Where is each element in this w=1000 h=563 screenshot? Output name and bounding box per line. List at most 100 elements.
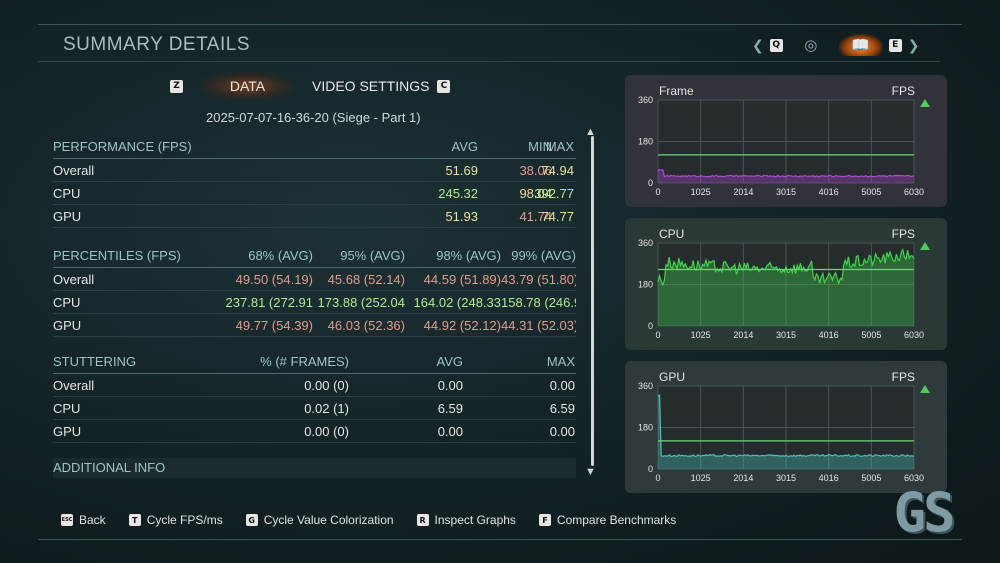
stuttering-title: STUTTERING <box>53 353 137 369</box>
row-label: GPU <box>53 208 82 224</box>
row-label: CPU <box>53 294 81 310</box>
x-tick-label: 3015 <box>776 330 796 340</box>
y-tick-label: 0 <box>648 321 653 331</box>
p99-value: 43.79 (51.80) <box>501 271 576 287</box>
percentiles-table: PERCENTILES (FPS) 68% (AVG) 95% (AVG) 98… <box>53 243 576 337</box>
pct-value: 0.00 (0) <box>304 377 349 393</box>
x-tick-label: 0 <box>655 330 660 340</box>
performance-table: PERFORMANCE (FPS) AVG MIN MAX Overall 51… <box>53 134 576 228</box>
hint-label: Cycle Value Colorization <box>263 513 394 527</box>
x-tick-label: 1025 <box>691 330 711 340</box>
triangle-up-icon[interactable] <box>920 385 930 393</box>
col-max: MAX <box>546 353 575 369</box>
hint-compare-benchmarks[interactable]: F Compare Benchmarks <box>538 513 676 527</box>
stuttering-header: STUTTERING % (# FRAMES) AVG MAX <box>53 349 576 374</box>
triangle-up-icon[interactable] <box>920 242 930 250</box>
x-tick-label: 4016 <box>819 473 839 483</box>
triangle-up-icon[interactable] <box>920 99 930 107</box>
p99-value: 44.31 (52.03) <box>501 317 576 333</box>
p98-value: 44.59 (51.89) <box>423 271 501 287</box>
p68-value: 49.77 (54.39) <box>235 317 313 333</box>
x-tick-label: 6030 <box>904 187 924 197</box>
table-row[interactable]: GPU 49.77 (54.39) 46.03 (52.36) 44.92 (5… <box>53 314 576 337</box>
row-label: CPU <box>53 185 81 201</box>
header-divider <box>38 61 940 62</box>
p98-value: 164.02 (248.33 <box>413 294 501 310</box>
p98-value: 44.92 (52.12) <box>423 317 501 333</box>
table-row[interactable]: GPU 51.93 41.74 74.77 <box>53 205 576 228</box>
chevron-left-icon: ❮ <box>752 36 764 53</box>
chevron-right-icon: ❯ <box>907 36 920 53</box>
cpu-graph-card[interactable]: 0 1025 2014 3015 4016 5005 6030 360 180 0 CPU FPS <box>625 218 947 350</box>
key-z: Z <box>170 79 183 93</box>
p95-value: 173.88 (252.04 <box>317 294 405 310</box>
gpu-graph-card[interactable]: 0 1025 2014 3015 4016 5005 6030 360 180 0 GPU FPS <box>625 361 947 493</box>
percentiles-header: PERCENTILES (FPS) 68% (AVG) 95% (AVG) 98… <box>53 243 576 268</box>
avg-value: 6.59 <box>437 400 463 416</box>
performance-title: PERFORMANCE (FPS) <box>53 138 192 154</box>
pct-value: 0.00 (0) <box>304 423 349 439</box>
avg-value: 0.00 <box>437 377 463 393</box>
top-border <box>38 24 962 25</box>
x-tick-label: 5005 <box>861 330 881 340</box>
table-row[interactable]: CPU 237.81 (272.91 173.88 (252.04 164.02… <box>53 291 576 314</box>
header-nav: ❮ Q ◎ 📖 E ❯ <box>752 33 919 57</box>
row-label: Overall <box>53 162 95 178</box>
x-tick-label: 3015 <box>776 473 796 483</box>
tab-data[interactable]: DATA <box>201 72 294 100</box>
watermark-logo: GS <box>893 480 955 544</box>
x-tick-label: 2014 <box>733 473 753 483</box>
help-icon[interactable]: ◎ <box>789 34 833 56</box>
max-value: 74.94 <box>541 162 574 178</box>
max-value: 0.00 <box>549 377 575 393</box>
scroll-down-icon[interactable]: ▼ <box>585 466 596 478</box>
table-row[interactable]: GPU 0.00 (0) 0.00 0.00 <box>53 420 576 443</box>
key-e: E <box>888 38 902 52</box>
p95-value: 45.68 (52.14) <box>327 271 405 287</box>
max-value: 392.77 <box>534 185 574 201</box>
hint-inspect-graphs[interactable]: R Inspect Graphs <box>416 513 516 527</box>
book-icon[interactable]: 📖 <box>838 34 883 56</box>
p95-value: 46.03 (52.36) <box>327 317 405 333</box>
avg-value: 51.69 <box>445 162 478 178</box>
col-p95: 95% (AVG) <box>340 247 405 263</box>
x-tick-label: 0 <box>655 187 660 197</box>
tab-bar: Z DATA VIDEO SETTINGS C <box>170 72 451 100</box>
hint-cycle-fps[interactable]: T Cycle FPS/ms <box>128 513 223 527</box>
scrollbar[interactable] <box>591 136 594 466</box>
key-r: R <box>416 514 429 526</box>
col-max: MAX <box>545 138 574 154</box>
table-row[interactable]: Overall 49.50 (54.19) 45.68 (52.14) 44.5… <box>53 268 576 291</box>
col-p99: 99% (AVG) <box>511 247 576 263</box>
col-avg: AVG <box>451 138 479 154</box>
frame-graph-card[interactable]: 0 1025 2014 3015 4016 5005 6030 360 180 0 Frame F… <box>625 75 947 207</box>
hint-cycle-colorization[interactable]: G Cycle Value Colorization <box>245 513 394 527</box>
table-row[interactable]: Overall 51.69 38.06 74.94 <box>53 159 576 182</box>
y-tick-label: 180 <box>638 280 653 290</box>
hint-back[interactable]: ESC Back <box>61 513 106 527</box>
graph-title: GPU <box>659 370 686 384</box>
y-tick-label: 180 <box>638 137 653 147</box>
max-value: 0.00 <box>549 423 575 439</box>
avg-value: 51.93 <box>445 208 478 224</box>
row-label: Overall <box>53 271 95 287</box>
graph-title: Frame <box>659 84 694 98</box>
pct-value: 0.02 (1) <box>304 400 349 416</box>
row-label: Overall <box>53 377 95 393</box>
col-p68: 68% (AVG) <box>248 247 313 263</box>
graph-title: CPU <box>659 227 685 241</box>
avg-value: 0.00 <box>437 423 463 439</box>
x-tick-label: 2014 <box>733 187 753 197</box>
hint-label: Cycle FPS/ms <box>146 513 223 527</box>
x-tick-label: 4016 <box>819 330 839 340</box>
table-row[interactable]: CPU 0.02 (1) 6.59 6.59 <box>53 397 576 420</box>
additional-info-section[interactable]: ADDITIONAL INFO <box>53 458 576 478</box>
tab-video-settings[interactable]: VIDEO SETTINGS <box>298 72 443 100</box>
table-row[interactable]: Overall 0.00 (0) 0.00 0.00 <box>53 374 576 397</box>
x-tick-label: 3015 <box>776 187 796 197</box>
col-pct: % (# FRAMES) <box>260 353 349 369</box>
graph-unit: FPS <box>891 370 915 384</box>
x-tick-label: 2014 <box>733 330 753 340</box>
table-row[interactable]: CPU 245.32 98.04 392.77 <box>53 182 576 205</box>
graph-unit: FPS <box>891 227 915 241</box>
